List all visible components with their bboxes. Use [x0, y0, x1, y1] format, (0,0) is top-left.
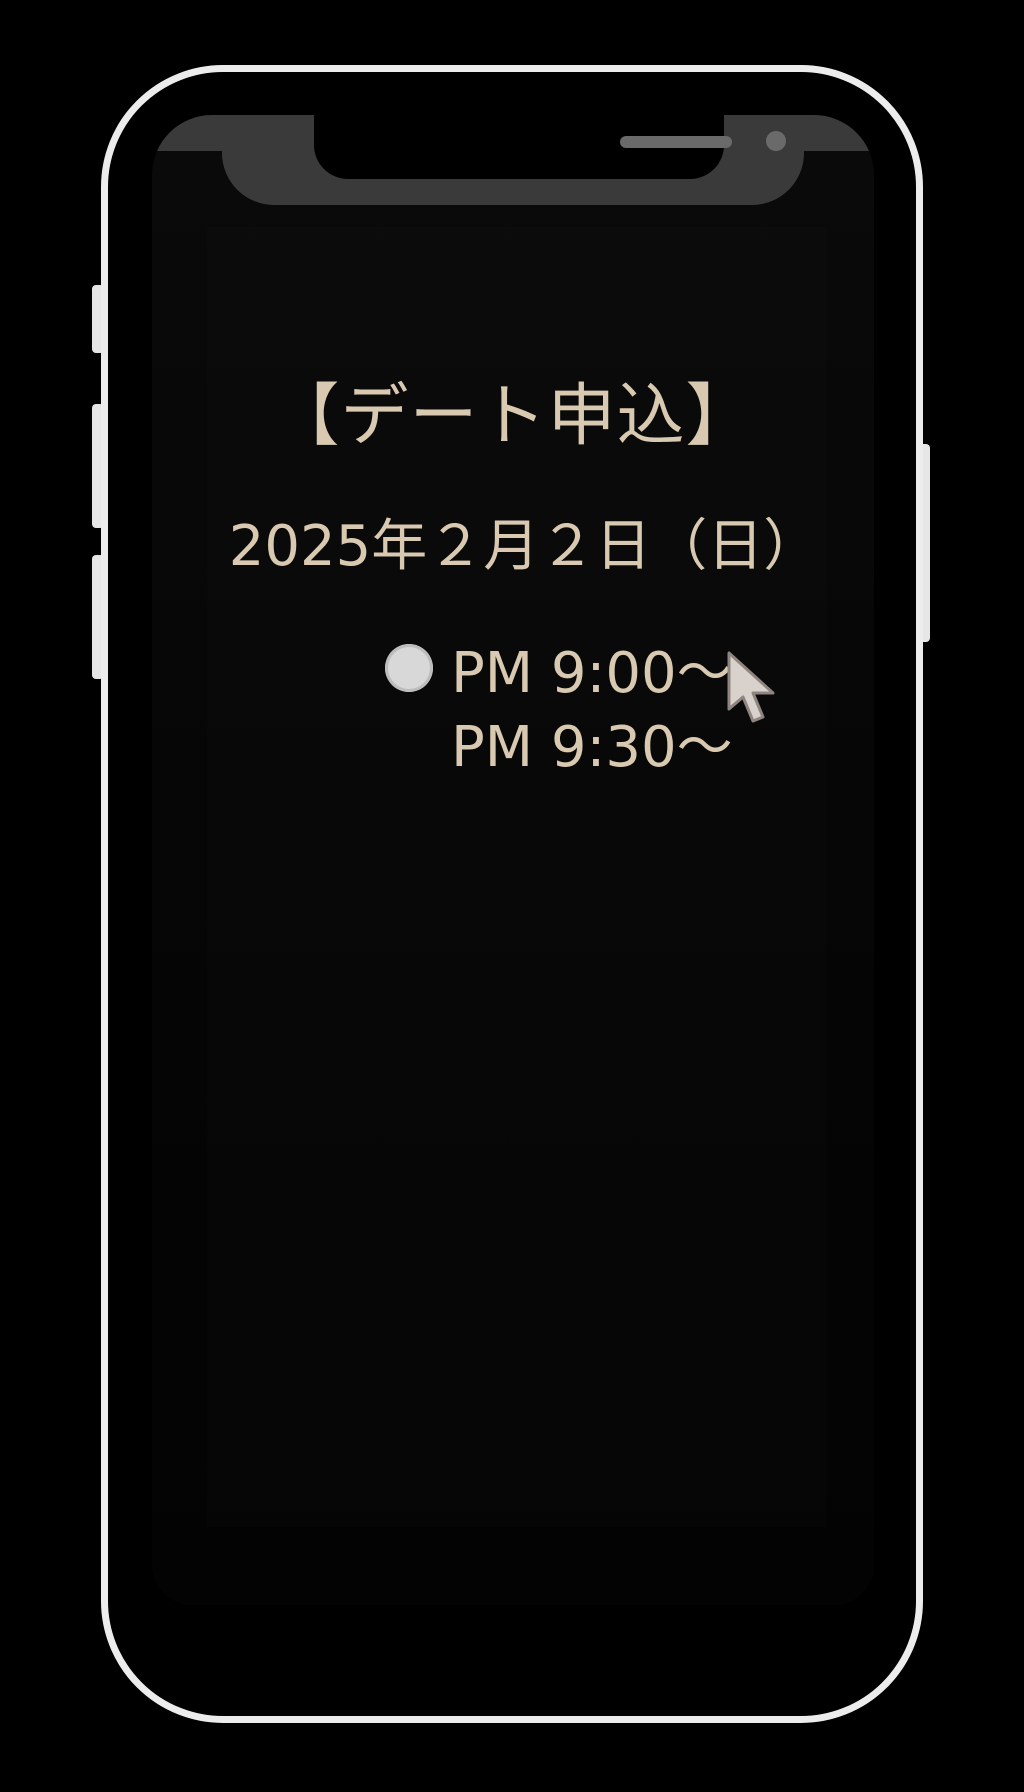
time-slot-option[interactable]: PM 9:30～ [385, 707, 733, 780]
time-slot-option[interactable]: PM 9:00～ [385, 633, 733, 706]
speaker-grille-icon [620, 136, 732, 148]
page-title: 【デート申込】 [271, 377, 755, 456]
notch [314, 115, 786, 179]
phone-mockup: 【デート申込】 2025年２月２日（日） PM 9:00～ PM 9:30～ [0, 0, 1024, 1792]
date-label: 2025年２月２日（日） [228, 514, 820, 579]
radio-button-icon[interactable] [385, 644, 433, 692]
phone-screen: 【デート申込】 2025年２月２日（日） PM 9:00～ PM 9:30～ [152, 115, 874, 1605]
phone-frame: 【デート申込】 2025年２月２日（日） PM 9:00～ PM 9:30～ [101, 65, 923, 1723]
mouse-pointer-icon [727, 651, 775, 723]
front-camera-icon [766, 131, 786, 151]
time-slot-label: PM 9:30～ [451, 714, 733, 780]
time-slot-label: PM 9:00～ [451, 640, 733, 706]
